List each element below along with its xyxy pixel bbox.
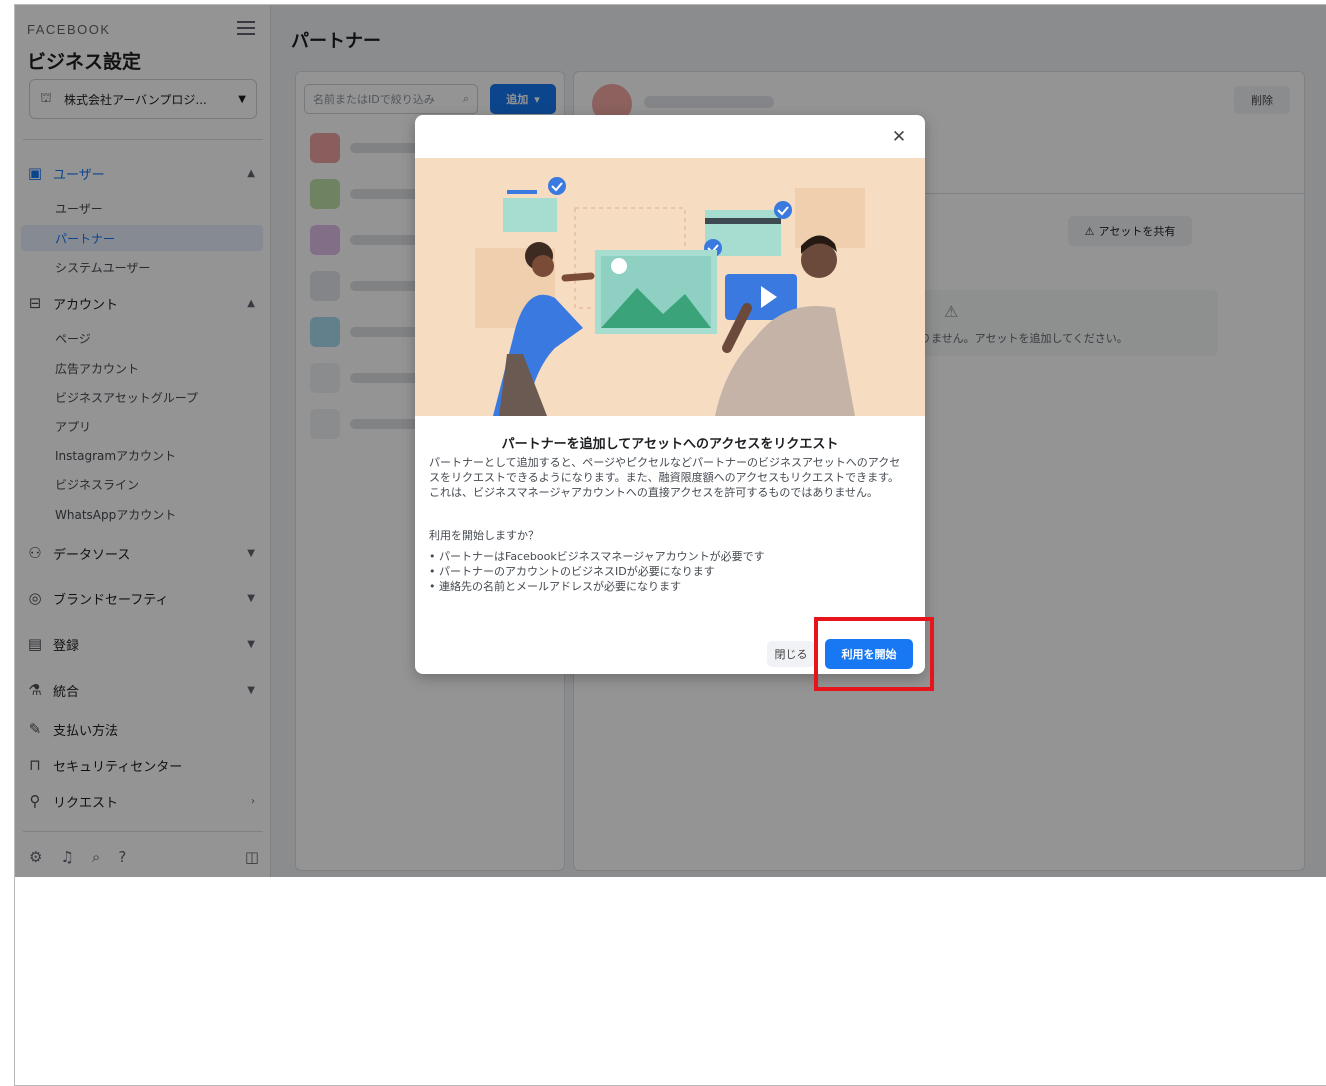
screenshot-frame: FACEBOOK ビジネス設定 ⛫ 株式会社アーバンプロジ... ▼ ▣ ユーザ… <box>14 4 1326 1086</box>
business-settings-app: FACEBOOK ビジネス設定 ⛫ 株式会社アーバンプロジ... ▼ ▣ ユーザ… <box>15 5 1326 877</box>
list-item: 連絡先の名前とメールアドレスが必要になります <box>429 579 909 594</box>
dialog-question: 利用を開始しますか？ <box>429 529 539 542</box>
close-icon[interactable]: ✕ <box>887 125 911 149</box>
requirements-list: パートナーはFacebookビジネスマネージャアカウントが必要です パートナーの… <box>429 549 909 594</box>
dialog-title: パートナーを追加してアセットへのアクセスをリクエスト <box>501 437 839 452</box>
highlight-box <box>814 617 934 691</box>
list-item: パートナーのアカウントのビジネスIDが必要になります <box>429 564 909 579</box>
add-partner-dialog: ✕ パートナーを追加してアセットへのアクセスをリクエスト パートナーとして追加す… <box>415 115 925 674</box>
close-button[interactable]: 閉じる <box>767 641 815 667</box>
dialog-description: パートナーとして追加すると、ページやピクセルなどパートナーのビジネスアセットへの… <box>429 456 901 499</box>
list-item: パートナーはFacebookビジネスマネージャアカウントが必要です <box>429 549 909 564</box>
partner-illustration <box>415 158 925 416</box>
